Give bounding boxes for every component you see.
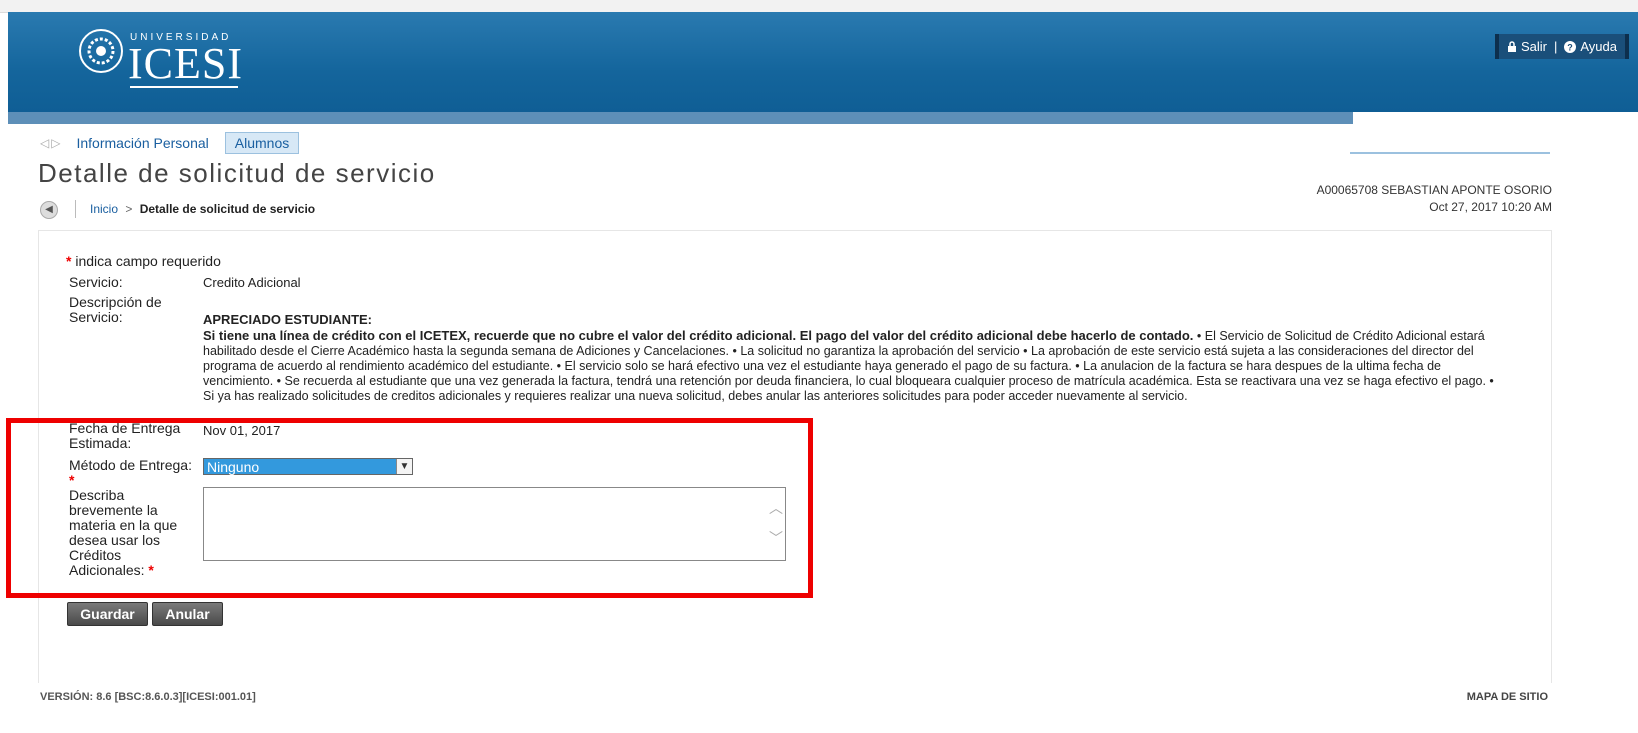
required-note-text: indica campo requerido: [75, 253, 221, 269]
highlight-box: [6, 418, 813, 598]
description-warning: Si tiene una línea de crédito con el ICE…: [203, 328, 1194, 343]
logo-underline: [130, 86, 238, 88]
save-button[interactable]: Guardar: [67, 602, 148, 626]
breadcrumb: Inicio > Detalle de solicitud de servici…: [90, 202, 315, 216]
current-datetime: Oct 27, 2017 10:20 AM: [1429, 200, 1552, 214]
help-label: Ayuda: [1580, 39, 1617, 54]
sitemap-link[interactable]: MAPA DE SITIO: [1467, 691, 1548, 703]
breadcrumb-home[interactable]: Inicio: [90, 202, 118, 216]
logo-name: ICESI: [128, 39, 243, 88]
required-star-icon: *: [66, 253, 72, 269]
nav-tabs: ◁▷ Información Personal Alumnos: [40, 132, 300, 154]
exit-label: Salir: [1520, 39, 1547, 54]
exit-link[interactable]: Salir: [1507, 39, 1547, 54]
page-title: Detalle de solicitud de servicio: [38, 158, 436, 188]
tab-scroll-arrows-icon[interactable]: ◁▷: [40, 136, 62, 150]
cancel-button[interactable]: Anular: [152, 602, 223, 626]
user-name: A00065708 SEBASTIAN APONTE OSORIO: [1316, 183, 1552, 197]
service-label: Servicio:: [69, 274, 123, 290]
back-arrow-icon[interactable]: ◀: [40, 201, 58, 219]
breadcrumb-divider: [75, 200, 76, 218]
svg-text:?: ?: [1568, 42, 1574, 52]
header-band: [8, 112, 1353, 124]
description-label: Descripción de Servicio:: [69, 294, 162, 325]
required-note: * indica campo requerido: [66, 253, 221, 269]
seal-icon: [79, 29, 123, 73]
link-separator: |: [1553, 39, 1558, 54]
tab-personal-info[interactable]: Información Personal: [76, 135, 208, 151]
header-rule: [1350, 152, 1550, 154]
breadcrumb-current: Detalle de solicitud de servicio: [139, 202, 316, 216]
lock-icon: [1507, 41, 1516, 52]
help-icon: ?: [1564, 40, 1577, 53]
service-value: Credito Adicional: [203, 275, 301, 290]
icesi-logo[interactable]: UNIVERSIDAD ICESI: [78, 20, 278, 90]
top-links: Salir | ? Ayuda: [1494, 34, 1629, 59]
breadcrumb-separator: >: [125, 202, 133, 216]
service-description: APRECIADO ESTUDIANTE: Si tiene una línea…: [203, 312, 1503, 413]
user-info: A00065708 SEBASTIAN APONTE OSORIO Oct 27…: [1317, 182, 1552, 216]
help-link[interactable]: ? Ayuda: [1564, 39, 1617, 54]
description-heading: APRECIADO ESTUDIANTE:: [203, 312, 373, 327]
tab-students[interactable]: Alumnos: [224, 132, 300, 154]
version-info: VERSIÓN: 8.6 [BSC:8.6.0.3][ICESI:001.01]: [40, 691, 256, 703]
